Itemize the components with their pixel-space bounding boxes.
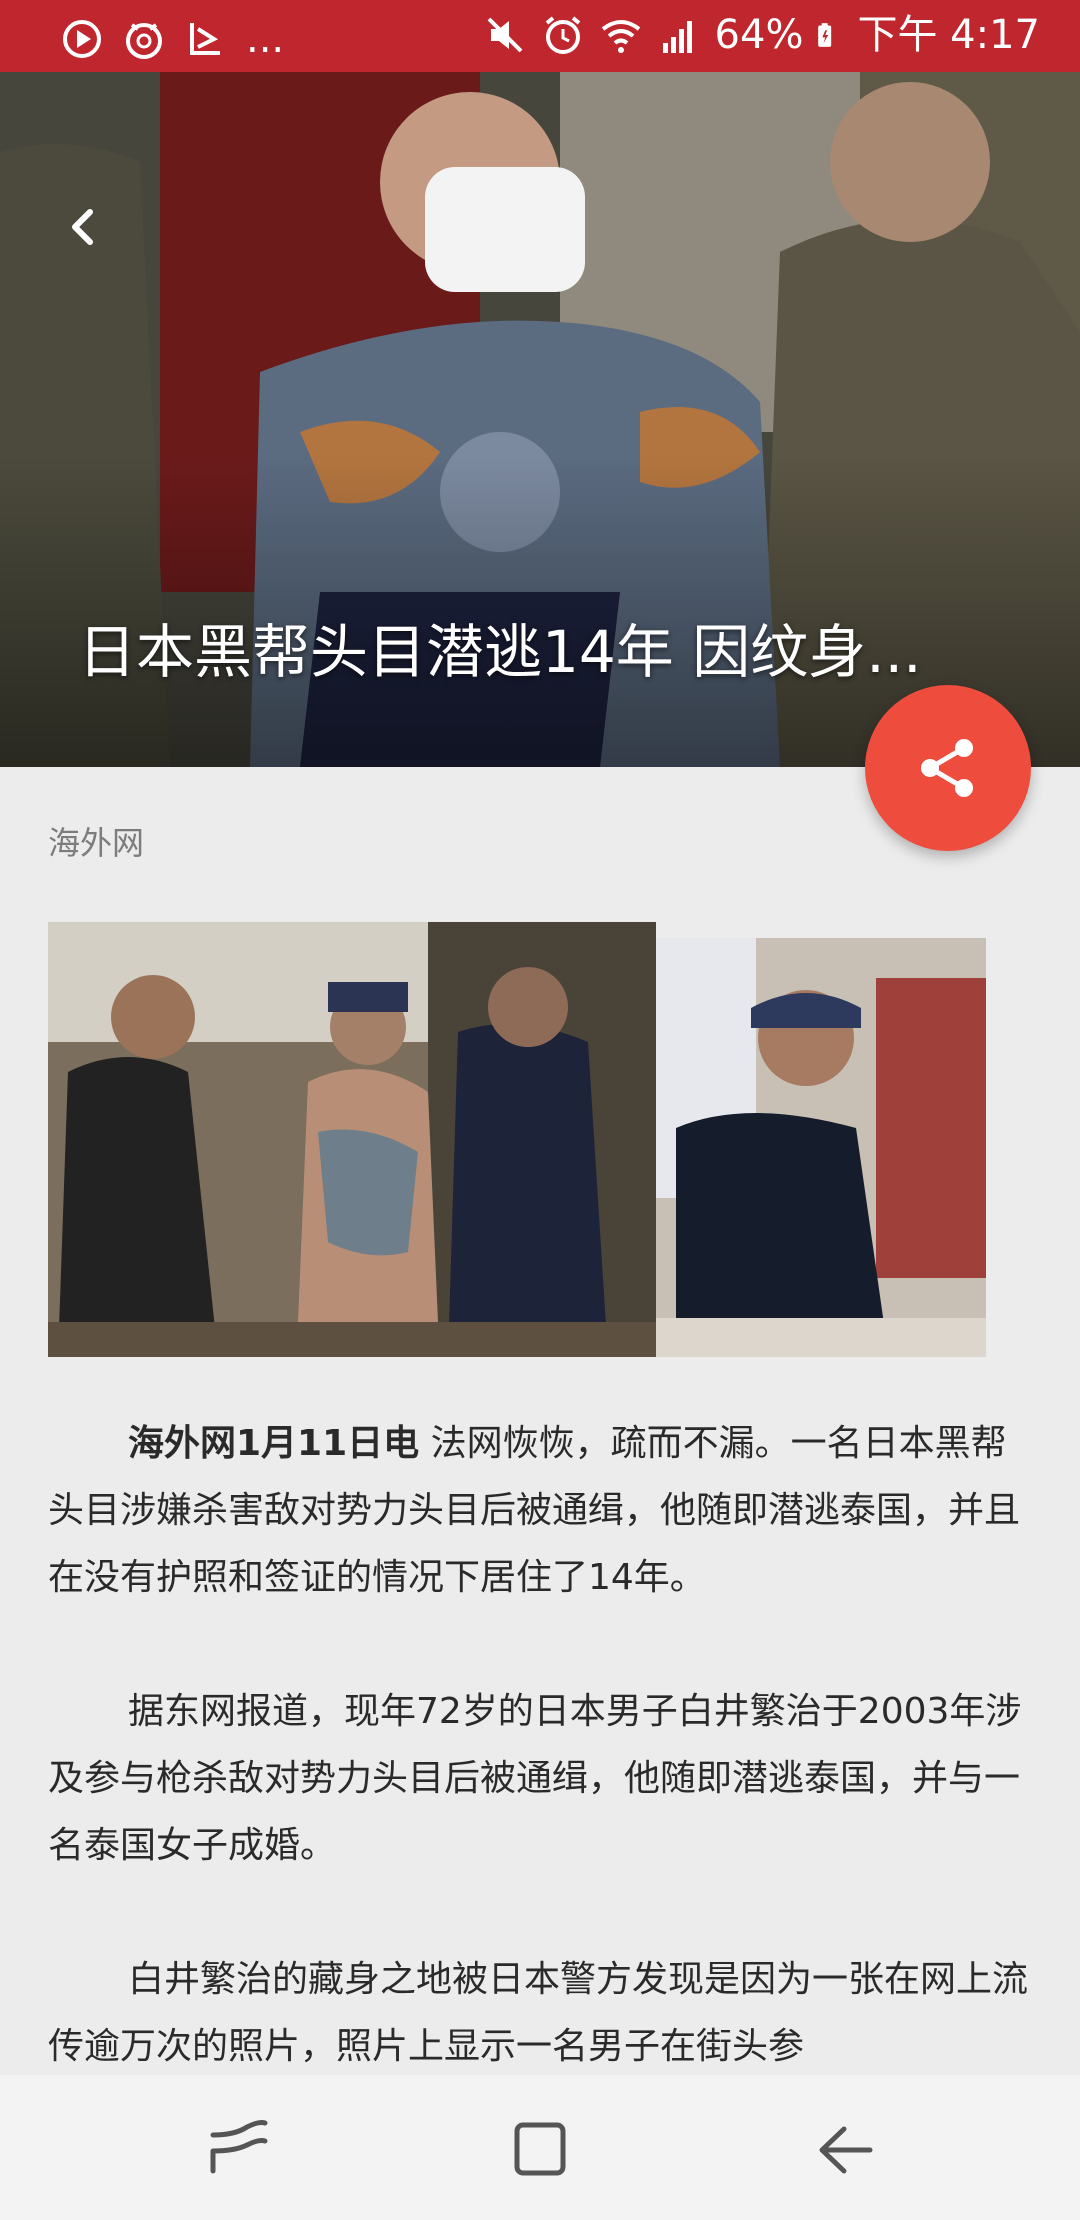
signal-icon <box>662 21 692 53</box>
recent-apps-icon[interactable] <box>205 2115 275 2185</box>
article-source: 海外网 <box>48 824 145 862</box>
hero-image: 日本黑帮头目潜逃14年 因纹身... <box>0 72 1080 767</box>
status-bar: ... 64% 下午 4:17 <box>0 0 1080 72</box>
navigation-bar <box>0 2075 1080 2220</box>
home-icon[interactable] <box>505 2115 575 2185</box>
wifi-icon <box>601 20 640 53</box>
back-icon[interactable] <box>810 2115 880 2185</box>
notification-icon <box>190 23 220 55</box>
timer-icon <box>126 23 162 59</box>
article-body: 海外网1月11日电 法网恢恢，疏而不漏。一名日本黑帮头目涉嫌杀害敌对势力头目后被… <box>48 1410 1033 2147</box>
battery-icon <box>818 23 832 47</box>
article-paragraph: 白井繁治的藏身之地被日本警方发现是因为一张在网上流传逾万次的照片，照片上显示一名… <box>48 1959 1029 2067</box>
clock: 下午 4:17 <box>857 12 1040 58</box>
alarm-icon <box>545 16 580 54</box>
mute-icon <box>487 17 522 53</box>
article-title: 日本黑帮头目潜逃14年 因纹身... <box>78 618 922 686</box>
back-arrow-icon[interactable] <box>58 202 108 252</box>
article-paragraph: 据东网报道，现年72岁的日本男子白井繁治于2003年涉及参与枪杀敌对势力头目后被… <box>48 1691 1022 1866</box>
battery-percent: 64% <box>714 12 804 58</box>
article-paragraph: 海外网1月11日电 法网恢恢，疏而不漏。一名日本黑帮头目涉嫌杀害敌对势力头目后被… <box>48 1410 1033 1611</box>
article-photo-right[interactable] <box>656 938 986 1357</box>
play-icon <box>63 20 101 58</box>
status-overflow: ... <box>246 16 285 62</box>
article-photo-left[interactable] <box>48 922 656 1357</box>
share-button[interactable] <box>865 685 1031 851</box>
article-lead: 海外网1月11日电 <box>128 1423 420 1464</box>
share-icon <box>921 739 973 797</box>
